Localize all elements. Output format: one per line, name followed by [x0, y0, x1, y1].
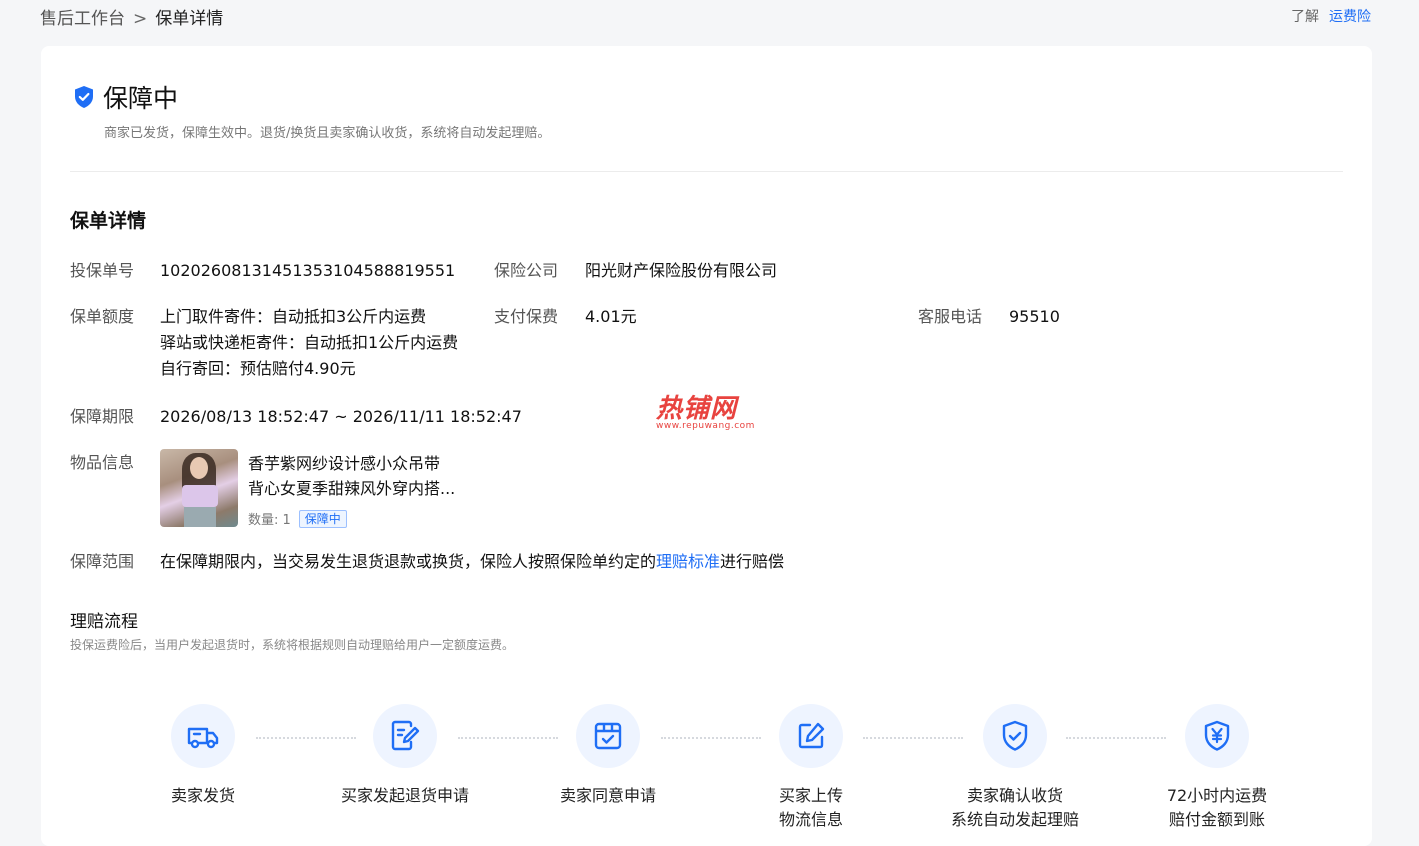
period-value: 2026/08/13 18:52:47 ~ 2026/11/11 18:52:4… — [160, 407, 522, 426]
status-badge: 保障中 — [298, 509, 347, 528]
step-label-line: 卖家确认收货 — [966, 786, 1063, 805]
step-label-line: 卖家同意申请 — [559, 786, 656, 805]
amount-line: 驿站或快递柜寄件：自动抵扣1公斤内运费 — [160, 333, 459, 352]
step-connector — [863, 737, 963, 739]
step-2-icon — [373, 704, 437, 768]
breadcrumb-separator: > — [133, 9, 148, 29]
section-title: 保单详情 — [70, 210, 147, 232]
range-label: 保障范围 — [70, 552, 135, 571]
step-label-line: 72小时内运费 — [1166, 786, 1268, 805]
premium-label: 支付保费 — [494, 307, 559, 326]
goods-image[interactable] — [160, 449, 238, 527]
step-label-line: 买家上传 — [778, 786, 843, 805]
shield-check-icon — [75, 86, 93, 108]
range-text: 在保障期限内，当交易发生退货退款或换货，保险人按照保险单约定的 — [160, 552, 657, 571]
flow-title: 理赔流程 — [70, 612, 138, 632]
form-edit-icon — [391, 720, 420, 751]
amount-label: 保单额度 — [70, 307, 135, 326]
amount-line: 自行寄回：预估赔付4.90元 — [160, 359, 356, 378]
step-2-label: 买家发起退货申请 — [305, 784, 505, 808]
policy-number-label: 投保单号 — [70, 261, 135, 280]
breadcrumb-current: 保单详情 — [155, 9, 224, 29]
step-3-label: 卖家同意申请 — [508, 784, 708, 808]
insurer-value: 阳光财产保险股份有限公司 — [585, 261, 778, 280]
period-label: 保障期限 — [70, 407, 135, 426]
goods-title-line: 香芋紫网纱设计感小众吊带 — [248, 454, 441, 473]
step-connector — [661, 737, 761, 739]
claim-standard-link[interactable]: 理赔标准 — [656, 552, 720, 571]
box-check-icon — [594, 722, 622, 750]
watermark: 热铺网 www.repuwang.com — [656, 388, 755, 431]
step-1-icon — [171, 704, 235, 768]
step-3-icon — [576, 704, 640, 768]
shield-check-icon — [1002, 720, 1028, 751]
watermark-brand: 热铺网 — [656, 394, 738, 424]
step-6-label: 72小时内运费 赔付金额到账 — [1117, 784, 1317, 832]
breadcrumb: 售后工作台 > 保单详情 — [40, 4, 223, 29]
goods-title-line: 背心女夏季甜辣风外穿内搭... — [248, 479, 456, 498]
freight-insurance-link[interactable]: 运费险 — [1329, 9, 1371, 25]
step-label-line: 买家发起退货申请 — [340, 786, 469, 805]
step-1-label: 卖家发货 — [103, 784, 303, 808]
step-5-label: 卖家确认收货 系统自动发起理赔 — [915, 784, 1115, 832]
status-description: 商家已发货，保障生效中。退货/换货且卖家确认收货，系统将自动发起理赔。 — [104, 126, 551, 141]
range-text-end: 进行赔偿 — [720, 552, 785, 571]
step-label-line: 物流信息 — [778, 810, 843, 829]
flow-description: 投保运费险后，当用户发起退货时，系统将根据规则自动理赔给用户一定额度运费。 — [70, 638, 515, 652]
goods-quantity: 数量: 1 — [248, 513, 291, 528]
step-connector — [458, 737, 558, 739]
step-4-icon — [779, 704, 843, 768]
learn-label: 了解 — [1291, 9, 1319, 25]
amount-line: 上门取件寄件：自动抵扣3公斤内运费 — [160, 307, 427, 326]
status-title: 保障中 — [103, 84, 179, 113]
step-4-label: 买家上传 物流信息 — [711, 784, 911, 832]
goods-title[interactable]: 香芋紫网纱设计感小众吊带 背心女夏季甜辣风外穿内搭... — [248, 451, 488, 501]
step-label-line: 系统自动发起理赔 — [950, 810, 1079, 829]
step-connector — [256, 737, 356, 739]
step-5-icon — [983, 704, 1047, 768]
breadcrumb-root[interactable]: 售后工作台 — [40, 9, 125, 29]
amount-value: 上门取件寄件：自动抵扣3公斤内运费 驿站或快递柜寄件：自动抵扣1公斤内运费 自行… — [160, 304, 458, 382]
policy-number-value: 10202608131451353104588819551 — [160, 261, 456, 280]
range-value: 在保障期限内，当交易发生退货退款或换货，保险人按照保险单约定的理赔标准进行赔偿 — [160, 549, 784, 575]
hotline-label: 客服电话 — [918, 307, 983, 326]
goods-label: 物品信息 — [70, 453, 135, 472]
insurer-label: 保险公司 — [494, 261, 559, 280]
policy-card: 保障中 商家已发货，保障生效中。退货/换货且卖家确认收货，系统将自动发起理赔。 … — [41, 46, 1372, 846]
step-label-line: 卖家发货 — [170, 786, 235, 805]
top-bar: 售后工作台 > 保单详情 了解 运费险 — [40, 0, 1371, 32]
step-connector — [1066, 737, 1166, 739]
step-label-line: 赔付金额到账 — [1168, 810, 1265, 829]
watermark-url: www.repuwang.com — [656, 421, 755, 431]
goods-meta: 数量: 1 保障中 — [248, 509, 347, 528]
shield-yen-icon — [1204, 720, 1230, 751]
edit-icon — [798, 722, 825, 749]
truck-icon — [187, 727, 219, 749]
divider — [70, 171, 1343, 172]
premium-value: 4.01元 — [585, 307, 637, 326]
step-6-icon — [1185, 704, 1249, 768]
top-links: 了解 运费险 — [1291, 6, 1371, 26]
status-header: 保障中 — [73, 79, 178, 115]
hotline-value: 95510 — [1009, 307, 1060, 326]
